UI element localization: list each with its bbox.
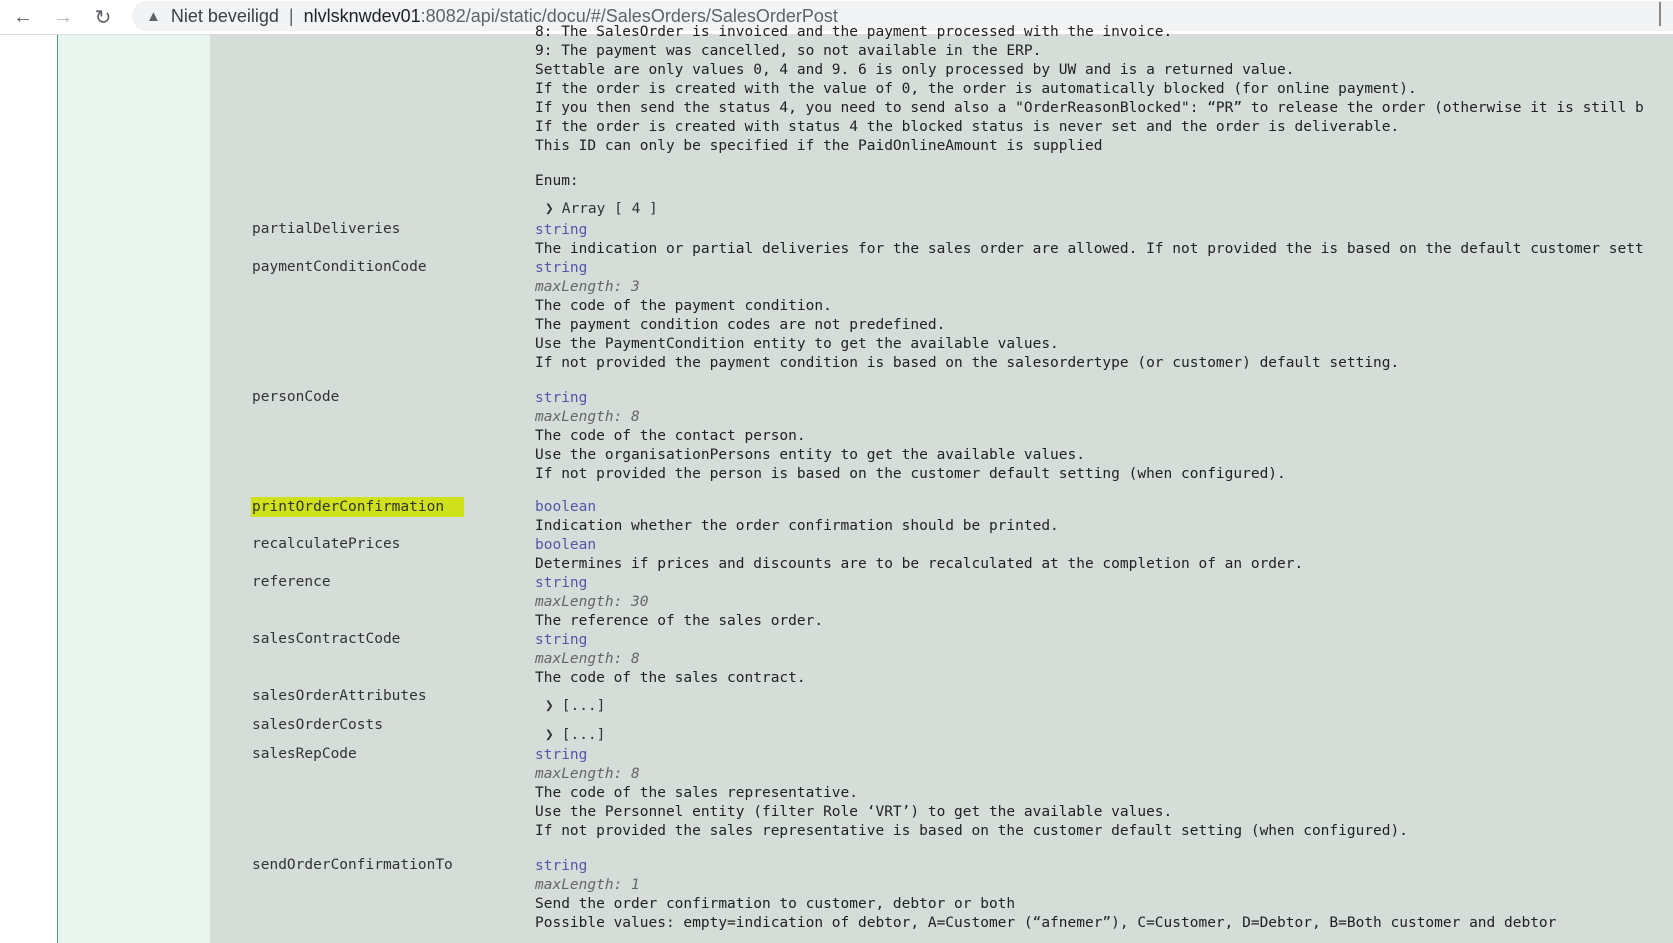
property-maxlength: maxLength: 30 xyxy=(535,594,649,610)
property-name: recalculatePrices xyxy=(252,536,401,552)
property-description: If not provided the person is based on t… xyxy=(535,466,1286,482)
desc-line: 8: The SalesOrder is invoiced and the pa… xyxy=(535,24,1173,40)
enum-label: Enum: xyxy=(535,173,579,189)
property-maxlength: maxLength: 8 xyxy=(535,766,640,782)
property-description: Use the organisationPersons entity to ge… xyxy=(535,447,1085,463)
property-name: personCode xyxy=(252,389,340,405)
property-description: The code of the contact person. xyxy=(535,428,806,444)
property-type: string xyxy=(535,747,588,763)
property-type: string xyxy=(535,390,588,406)
property-name: sendOrderConfirmationTo xyxy=(252,857,453,873)
property-description: The code of the sales representative. xyxy=(535,785,859,801)
property-description: The indication or partial deliveries for… xyxy=(535,241,1644,257)
url-host: nlvlsknwdev01 xyxy=(303,5,421,26)
property-name-highlighted: printOrderConfirmation xyxy=(251,497,465,517)
expander-label: [...] xyxy=(561,698,606,714)
sales-order-attributes-toggle[interactable]: ❯ [...] xyxy=(545,698,605,714)
property-type: string xyxy=(535,858,588,874)
property-type: string xyxy=(535,260,588,276)
swagger-page: 8: The SalesOrder is invoiced and the pa… xyxy=(0,24,1673,943)
security-label[interactable]: Niet beveiligd xyxy=(171,6,279,27)
property-description: Send the order confirmation to customer,… xyxy=(535,896,1016,912)
chevron-right-icon: ❯ xyxy=(545,698,554,714)
property-type: string xyxy=(535,222,588,238)
enum-array-toggle[interactable]: ❯ Array [ 4 ] xyxy=(545,201,658,217)
desc-line: If you then send the status 4, you need … xyxy=(535,100,1644,116)
property-name: paymentConditionCode xyxy=(252,259,427,275)
property-description: Indication whether the order confirmatio… xyxy=(535,518,1059,534)
property-type: string xyxy=(535,575,588,591)
property-description: The payment condition codes are not pred… xyxy=(535,317,946,333)
property-name: salesContractCode xyxy=(252,631,401,647)
desc-line: 9: The payment was cancelled, so not ava… xyxy=(535,43,1042,59)
forward-button[interactable]: → xyxy=(50,4,76,30)
desc-line: If the order is created with the value o… xyxy=(535,81,1417,97)
expander-label: [...] xyxy=(561,727,606,743)
property-description: Use the Personnel entity (filter Role ‘V… xyxy=(535,804,1173,820)
warning-triangle-icon: ▲ xyxy=(146,7,161,25)
arrow-left-icon: ← xyxy=(13,5,33,28)
desc-line: If the order is created with status 4 th… xyxy=(535,119,1400,135)
arrow-right-icon: → xyxy=(53,5,73,28)
property-description: The code of the sales contract. xyxy=(535,670,806,686)
back-button[interactable]: ← xyxy=(10,4,36,30)
property-maxlength: maxLength: 8 xyxy=(535,651,640,667)
property-description: Possible values: empty=indication of deb… xyxy=(535,915,1557,931)
property-description: If not provided the sales representative… xyxy=(535,823,1408,839)
url-separator: | xyxy=(288,5,294,26)
property-maxlength: maxLength: 8 xyxy=(535,409,640,425)
reload-icon: ↻ xyxy=(94,6,112,29)
operation-band xyxy=(58,35,210,943)
chevron-right-icon: ❯ xyxy=(545,727,554,743)
property-description: Determines if prices and discounts are t… xyxy=(535,556,1304,572)
property-maxlength: maxLength: 1 xyxy=(535,877,640,893)
property-name: salesOrderAttributes xyxy=(252,688,427,704)
property-name: reference xyxy=(252,574,331,590)
enum-array-label: Array [ 4 ] xyxy=(561,201,658,217)
chevron-right-icon: ❯ xyxy=(545,201,554,217)
property-type: string xyxy=(535,632,588,648)
property-maxlength: maxLength: 3 xyxy=(535,279,640,295)
property-description: If not provided the payment condition is… xyxy=(535,355,1400,371)
property-description: The code of the payment condition. xyxy=(535,298,832,314)
property-type: boolean xyxy=(535,499,597,515)
window-edge xyxy=(1659,2,1673,26)
desc-line: This ID can only be specified if the Pai… xyxy=(535,138,1103,154)
property-name: salesRepCode xyxy=(252,746,357,762)
property-description: The reference of the sales order. xyxy=(535,613,824,629)
property-description: Use the PaymentCondition entity to get t… xyxy=(535,336,1059,352)
reload-button[interactable]: ↻ xyxy=(90,4,116,30)
property-name: partialDeliveries xyxy=(252,221,401,237)
sales-order-costs-toggle[interactable]: ❯ [...] xyxy=(545,727,605,743)
desc-line: Settable are only values 0, 4 and 9. 6 i… xyxy=(535,62,1295,78)
property-type: boolean xyxy=(535,537,597,553)
property-name: salesOrderCosts xyxy=(252,717,383,733)
